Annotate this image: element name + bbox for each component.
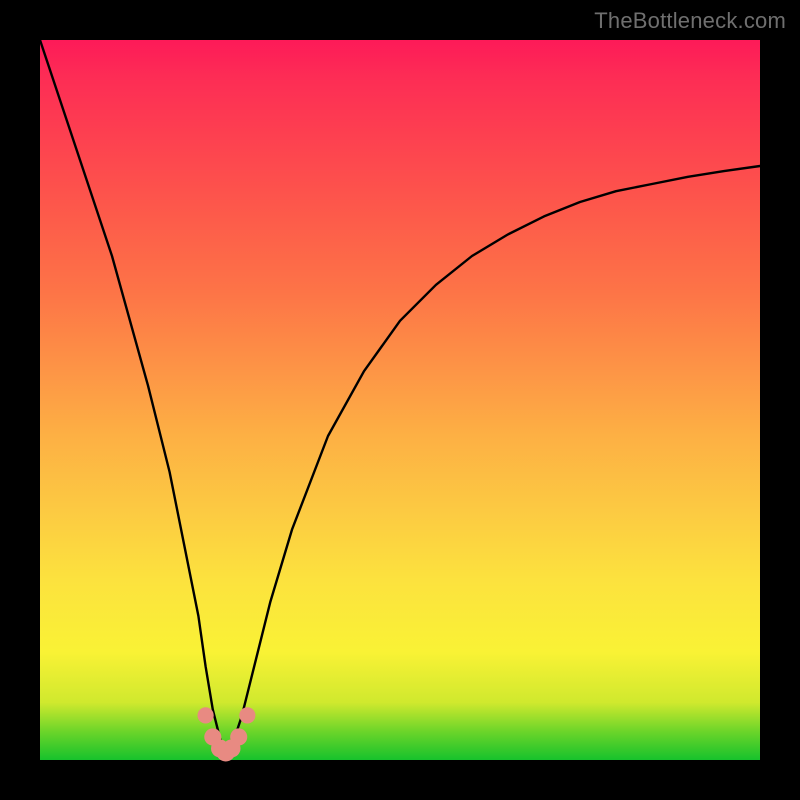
trough-marker [198, 707, 214, 723]
watermark-text: TheBottleneck.com [594, 8, 786, 34]
curve-line [40, 40, 760, 753]
trough-marker [230, 728, 247, 745]
trough-marker [239, 707, 255, 723]
chart-svg [40, 40, 760, 760]
plot-area [40, 40, 760, 760]
chart-frame: TheBottleneck.com [0, 0, 800, 800]
